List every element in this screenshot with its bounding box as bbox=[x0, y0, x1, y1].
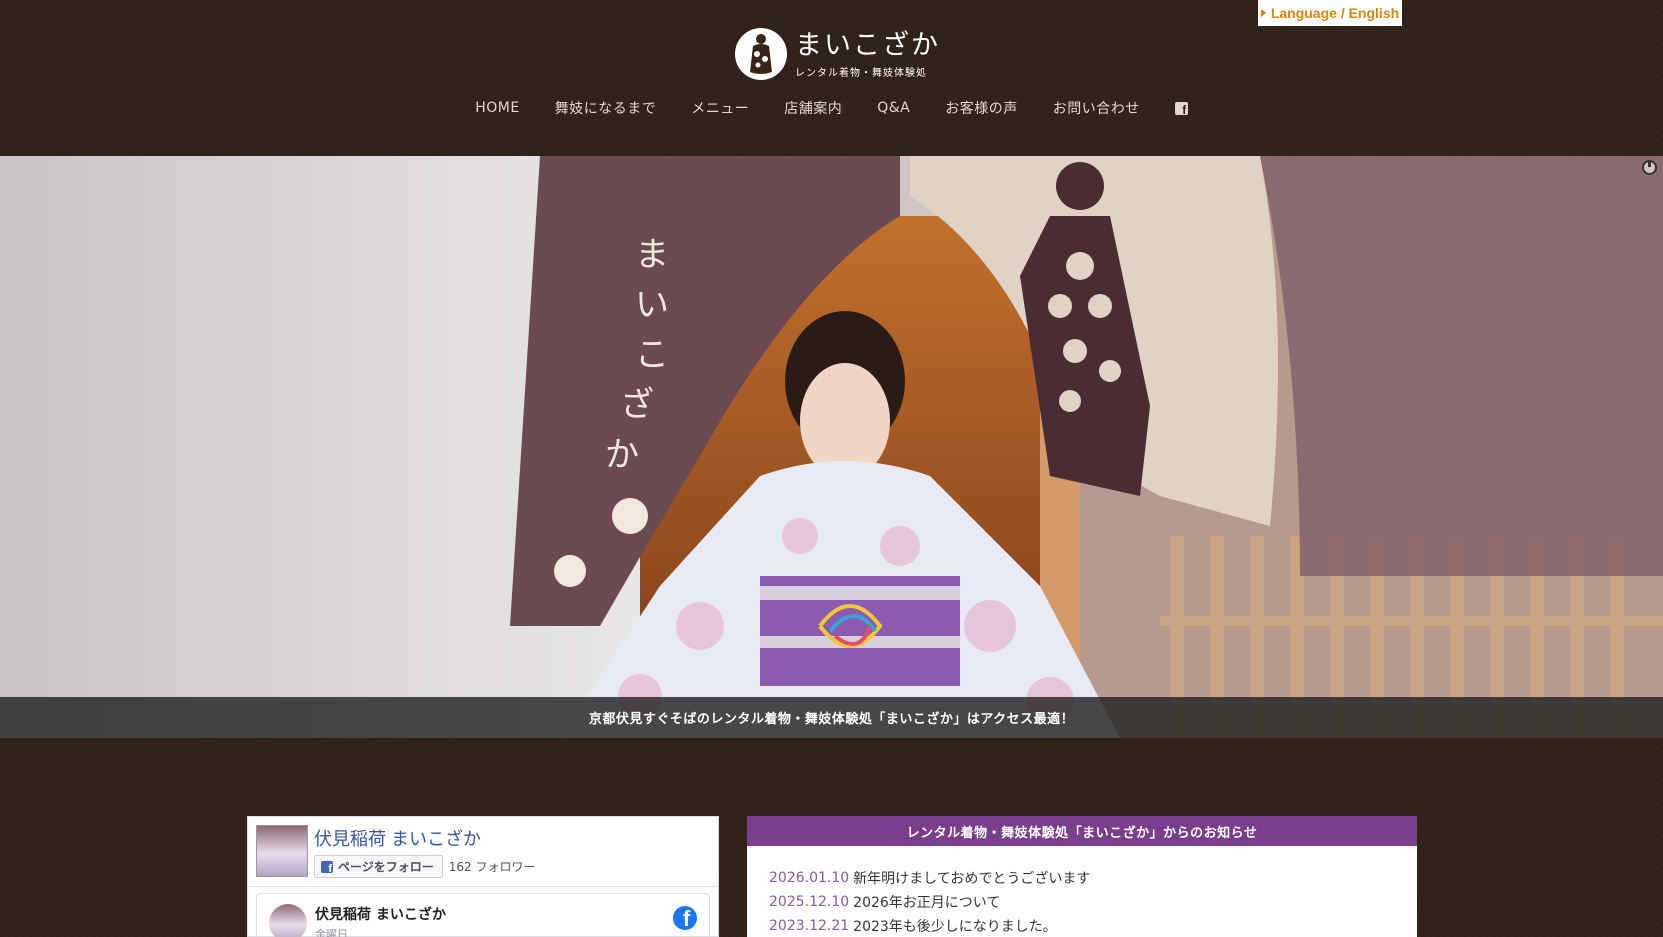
news-title[interactable]: 2023年も後少しになりました。 bbox=[853, 916, 1057, 936]
news-title[interactable]: 新年明けましておめでとうございます bbox=[853, 868, 1090, 888]
logo-title: まいこざか bbox=[795, 29, 940, 61]
news-item[interactable]: 2023.12.21 2023年も後少しになりました。 bbox=[769, 914, 1417, 937]
facebook-square-icon bbox=[1174, 101, 1188, 117]
hero-image: ま い こ ざ か bbox=[0, 156, 1663, 738]
nav-item-testimonials[interactable]: お客様の声 bbox=[945, 96, 1018, 120]
nav-item-home[interactable]: HOME bbox=[475, 96, 519, 120]
facebook-logo-icon[interactable]: f bbox=[673, 906, 697, 930]
news-item[interactable]: 2025.12.10 2026年お正月について bbox=[769, 890, 1417, 914]
news-panel: レンタル着物・舞妓体験処「まいこざか」からのお知らせ 2026.01.10 新年… bbox=[747, 816, 1417, 937]
nav-item-menu[interactable]: メニュー bbox=[691, 96, 749, 120]
news-title[interactable]: 2026年お正月について bbox=[853, 892, 1000, 912]
hero-slideshow[interactable]: ま い こ ざ か 京都伏見すぐそばのレンタル着物・舞妓体験処「まいこざか」はア… bbox=[0, 156, 1663, 738]
facebook-icon bbox=[321, 860, 333, 875]
news-date: 2026.01.10 bbox=[769, 870, 850, 886]
news-date: 2025.12.10 bbox=[769, 894, 850, 910]
news-date: 2023.12.21 bbox=[769, 918, 850, 934]
slideshow-pause-icon[interactable] bbox=[1642, 160, 1657, 175]
caret-right-icon bbox=[1260, 9, 1266, 17]
nav-item-store-info[interactable]: 店舗案内 bbox=[784, 96, 842, 120]
logo-subtitle: レンタル着物・舞妓体験処 bbox=[795, 67, 927, 79]
facebook-post-author[interactable]: 伏見稲荷 まいこざか bbox=[315, 904, 446, 924]
facebook-post-date[interactable]: 金曜日 bbox=[315, 926, 446, 937]
facebook-page-name[interactable]: 伏見稲荷 まいこざか bbox=[314, 825, 536, 851]
language-switch-button[interactable]: Language / English bbox=[1258, 0, 1402, 26]
facebook-follow-button[interactable]: ページをフォロー bbox=[314, 855, 443, 878]
news-list: 2026.01.10 新年明けましておめでとうございます 2025.12.10 … bbox=[747, 846, 1417, 937]
site-logo[interactable]: まいこざか レンタル着物・舞妓体験処 bbox=[735, 28, 940, 80]
facebook-follower-count: 162 フォロワー bbox=[448, 860, 536, 874]
nav-item-qa[interactable]: Q&A bbox=[877, 96, 910, 120]
news-header: レンタル着物・舞妓体験処「まいこざか」からのお知らせ bbox=[747, 816, 1417, 846]
language-switch-label: Language / English bbox=[1270, 5, 1400, 21]
maiko-logo-icon bbox=[735, 28, 787, 80]
facebook-page-avatar[interactable] bbox=[256, 825, 308, 877]
facebook-post-avatar[interactable] bbox=[269, 904, 307, 937]
hero-caption: 京都伏見すぐそばのレンタル着物・舞妓体験処「まいこざか」はアクセス最適！ bbox=[0, 697, 1663, 738]
facebook-follow-label: ページをフォロー bbox=[338, 860, 434, 874]
nav-item-facebook[interactable] bbox=[1174, 96, 1188, 120]
facebook-post[interactable]: 伏見稲荷 まいこざか 金曜日 f bbox=[256, 893, 710, 937]
news-item[interactable]: 2026.01.10 新年明けましておめでとうございます bbox=[769, 866, 1417, 890]
main-nav: HOME 舞妓になるまで メニュー 店舗案内 Q&A お客様の声 お問い合わせ bbox=[0, 96, 1663, 120]
facebook-page-widget: 伏見稲荷 まいこざか ページをフォロー 162 フォロワー 伏見稲荷 まいこざか… bbox=[247, 816, 719, 937]
nav-item-becoming-maiko[interactable]: 舞妓になるまで bbox=[555, 96, 657, 120]
nav-item-contact[interactable]: お問い合わせ bbox=[1053, 96, 1140, 120]
